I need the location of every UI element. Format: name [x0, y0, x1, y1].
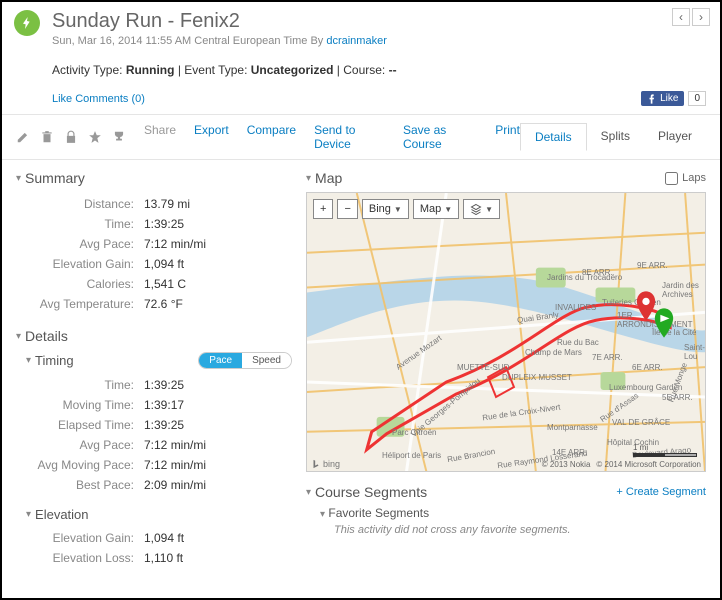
- map-scale: 1 mi: [633, 443, 697, 457]
- stat-row: Elevation Loss:1,110 ft: [24, 548, 292, 568]
- stat-row: Avg Pace:7:12 min/mi: [24, 234, 292, 254]
- collapse-icon: ▾: [320, 509, 325, 520]
- stat-label: Moving Time:: [24, 398, 144, 412]
- collapse-icon: ▾: [16, 331, 21, 342]
- stat-label: Elevation Gain:: [24, 257, 144, 271]
- share-link[interactable]: Share: [144, 123, 176, 151]
- speed-toggle[interactable]: Speed: [242, 353, 291, 368]
- stat-value: 1:39:17: [144, 398, 184, 412]
- map-header[interactable]: ▾ Map: [306, 170, 342, 186]
- stat-row: Moving Time:1:39:17: [24, 395, 292, 415]
- stat-value: 1:39:25: [144, 217, 184, 231]
- collapse-icon: ▾: [306, 173, 311, 184]
- stat-label: Avg Temperature:: [24, 297, 144, 311]
- send-device-link[interactable]: Send to Device: [314, 123, 385, 151]
- stat-value: 1,094 ft: [144, 257, 184, 271]
- stat-value: 2:09 min/mi: [144, 478, 206, 492]
- map-canvas: [307, 193, 705, 472]
- stat-row: Time:1:39:25: [24, 214, 292, 234]
- stat-label: Distance:: [24, 197, 144, 211]
- prev-activity-button[interactable]: ‹: [672, 8, 690, 26]
- tab-splits[interactable]: Splits: [587, 123, 644, 151]
- stat-value: 72.6 °F: [144, 297, 183, 311]
- facebook-like-count: 0: [688, 91, 706, 106]
- stat-value: 7:12 min/mi: [144, 237, 206, 251]
- timing-header[interactable]: Timing: [35, 353, 74, 368]
- elevation-header[interactable]: Elevation: [35, 507, 88, 522]
- stat-row: Calories:1,541 C: [24, 274, 292, 294]
- save-course-link[interactable]: Save as Course: [403, 123, 477, 151]
- map-container[interactable]: + − Bing▼ Map▼ ▼: [306, 192, 706, 472]
- stat-row: Avg Temperature:72.6 °F: [24, 294, 292, 314]
- layers-button[interactable]: ▼: [463, 199, 500, 219]
- stat-row: Elapsed Time:1:39:25: [24, 415, 292, 435]
- stat-row: Best Pace:2:09 min/mi: [24, 475, 292, 495]
- favorite-segments-header[interactable]: ▾ Favorite Segments: [320, 506, 706, 520]
- activity-badge: [14, 10, 40, 36]
- stat-label: Elevation Gain:: [24, 531, 144, 545]
- laps-checkbox[interactable]: Laps: [665, 172, 706, 185]
- stat-label: Avg Pace:: [24, 438, 144, 452]
- stat-value: 7:12 min/mi: [144, 458, 206, 472]
- zoom-in-button[interactable]: +: [313, 199, 333, 219]
- stat-label: Best Pace:: [24, 478, 144, 492]
- collapse-icon: ▾: [26, 355, 31, 366]
- next-activity-button[interactable]: ›: [692, 8, 710, 26]
- layers-icon: [470, 203, 482, 215]
- map-type-button[interactable]: Map▼: [413, 199, 459, 219]
- favorite-icon[interactable]: [88, 130, 102, 144]
- stat-row: Time:1:39:25: [24, 375, 292, 395]
- stat-value: 1,541 C: [144, 277, 186, 291]
- create-segment-link[interactable]: + Create Segment: [616, 486, 706, 498]
- activity-meta: Activity Type: Running | Event Type: Unc…: [52, 63, 706, 77]
- stat-row: Avg Pace:7:12 min/mi: [24, 435, 292, 455]
- segments-header[interactable]: ▾ Course Segments: [306, 484, 427, 500]
- page-title: Sunday Run - Fenix2: [52, 10, 706, 33]
- facebook-like-button[interactable]: Like: [641, 91, 684, 106]
- stat-value: 1,110 ft: [144, 551, 183, 565]
- collapse-icon: ▾: [26, 509, 31, 520]
- details-header[interactable]: ▾ Details: [16, 328, 292, 344]
- bing-logo: bing: [311, 459, 340, 469]
- stat-label: Elevation Loss:: [24, 551, 144, 565]
- map-attribution: © 2013 Nokia© 2014 Microsoft Corporation: [542, 460, 701, 469]
- tab-player[interactable]: Player: [644, 123, 706, 151]
- favorite-segments-empty: This activity did not cross any favorite…: [334, 524, 706, 536]
- page-subtitle: Sun, Mar 16, 2014 11:55 AM Central Europ…: [52, 35, 706, 47]
- collapse-icon: ▾: [306, 487, 311, 498]
- stat-row: Elevation Gain:1,094 ft: [24, 254, 292, 274]
- export-link[interactable]: Export: [194, 123, 229, 151]
- summary-header[interactable]: ▾ Summary: [16, 170, 292, 186]
- stat-row: Elevation Gain:1,094 ft: [24, 528, 292, 548]
- stat-label: Time:: [24, 217, 144, 231]
- delete-icon[interactable]: [40, 130, 54, 144]
- author-link[interactable]: dcrainmaker: [326, 35, 387, 47]
- stat-value: 1:39:25: [144, 418, 184, 432]
- zoom-out-button[interactable]: −: [337, 199, 357, 219]
- stat-value: 1:39:25: [144, 378, 184, 392]
- stat-row: Distance:13.79 mi: [24, 194, 292, 214]
- lock-icon[interactable]: [64, 130, 78, 144]
- stat-row: Avg Moving Pace:7:12 min/mi: [24, 455, 292, 475]
- collapse-icon: ▾: [16, 173, 21, 184]
- stat-value: 13.79 mi: [144, 197, 190, 211]
- stat-label: Avg Pace:: [24, 237, 144, 251]
- start-pin-icon: [653, 308, 675, 338]
- stat-label: Calories:: [24, 277, 144, 291]
- facebook-icon: [647, 94, 657, 104]
- pace-toggle[interactable]: Pace: [199, 353, 242, 368]
- stat-label: Avg Moving Pace:: [24, 458, 144, 472]
- like-comments-link[interactable]: Like Comments (0): [52, 93, 145, 105]
- stat-value: 7:12 min/mi: [144, 438, 206, 452]
- edit-icon[interactable]: [16, 130, 30, 144]
- stat-value: 1,094 ft: [144, 531, 184, 545]
- tab-details[interactable]: Details: [520, 123, 587, 151]
- stat-label: Elapsed Time:: [24, 418, 144, 432]
- trophy-icon[interactable]: [112, 130, 126, 144]
- compare-link[interactable]: Compare: [247, 123, 296, 151]
- stat-label: Time:: [24, 378, 144, 392]
- print-link[interactable]: Print: [495, 123, 520, 151]
- map-provider-button[interactable]: Bing▼: [362, 199, 409, 219]
